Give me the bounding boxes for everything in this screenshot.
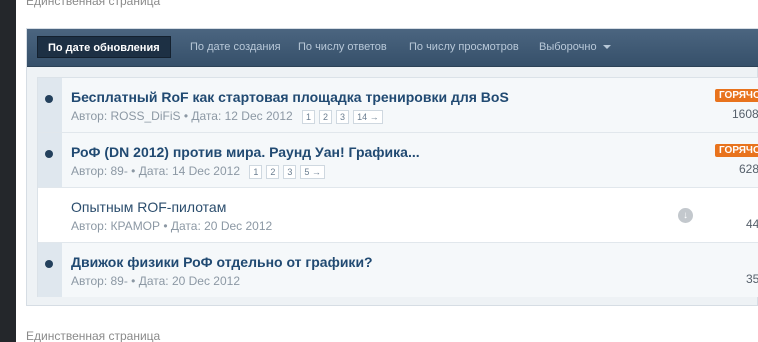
thread-meta: Автор: КРАМОР • Дата: 20 Dec 2012 — [71, 219, 272, 233]
page-content: Единственная страница По дате обновления… — [16, 0, 758, 342]
row-body: Бесплатный RoF как стартовая площадка тр… — [62, 78, 758, 132]
thread-stat: 35 — [746, 272, 758, 286]
thread-meta: Автор: 89- • Дата: 20 Dec 2012 — [71, 274, 240, 288]
tab-custom-filter-label: Выборочно — [539, 41, 597, 53]
hot-badge: ГОРЯЧО — [715, 144, 758, 157]
thread-stat: 628 — [739, 162, 758, 176]
tab-sort-by-update[interactable]: По дате обновления — [37, 36, 171, 58]
page-link[interactable]: 2 — [266, 165, 280, 180]
page-link-last[interactable]: 14 → — [353, 110, 383, 125]
mini-pager: 1235 → — [249, 164, 329, 180]
thread-stat: 44 — [746, 217, 758, 231]
row-body: РоФ (DN 2012) против мира. Раунд Уан! Гр… — [62, 133, 758, 187]
thread-row[interactable]: Движок физики РоФ отдельно от графики? А… — [38, 243, 758, 298]
thread-meta-text: Автор: ROSS_DiFiS • Дата: 12 Dec 2012 — [71, 109, 293, 123]
row-gutter — [38, 78, 62, 132]
thread-meta: Автор: 89- • Дата: 14 Dec 2012 1235 → — [71, 164, 329, 180]
tab-custom-filter[interactable]: Выборочно — [529, 36, 621, 58]
row-body: Движок физики РоФ отдельно от графики? А… — [62, 243, 758, 297]
row-gutter — [38, 133, 62, 187]
row-gutter — [38, 243, 62, 297]
row-body: Опытным ROF-пилотам Автор: КРАМОР • Дата… — [62, 188, 758, 242]
unread-dot-icon — [45, 260, 53, 268]
thread-title-link[interactable]: Опытным ROF-пилотам — [71, 199, 226, 215]
thread-row[interactable]: РоФ (DN 2012) против мира. Раунд Уан! Гр… — [38, 133, 758, 188]
thread-title-link[interactable]: Бесплатный RoF как стартовая площадка тр… — [71, 89, 509, 105]
pagination-note-top: Единственная страница — [26, 0, 161, 8]
thread-meta-text: Автор: КРАМОР • Дата: 20 Dec 2012 — [71, 219, 273, 233]
topic-list-container: По дате обновления По дате создания По ч… — [26, 28, 758, 306]
page-link[interactable]: 1 — [249, 165, 263, 180]
tab-sort-by-views[interactable]: По числу просмотров — [399, 36, 529, 58]
unread-dot-icon — [45, 95, 53, 103]
page-link[interactable]: 2 — [319, 110, 333, 125]
thread-meta-text: Автор: 89- • Дата: 14 Dec 2012 — [71, 164, 240, 178]
chevron-down-icon — [602, 45, 611, 50]
thread-title-link[interactable]: Движок физики РоФ отдельно от графики? — [71, 254, 373, 270]
thread-meta: Автор: ROSS_DiFiS • Дата: 12 Dec 2012 12… — [71, 109, 387, 125]
row-gutter — [38, 188, 62, 242]
thread-stat: 1608 — [732, 107, 758, 121]
page-link[interactable]: 1 — [302, 110, 316, 125]
sort-tabs: По дате обновления По дате создания По ч… — [27, 29, 758, 67]
page-link[interactable]: 3 — [283, 165, 297, 180]
tab-sort-by-creation[interactable]: По дате создания — [180, 36, 291, 58]
unread-dot-icon — [45, 150, 53, 158]
pagination-note-bottom: Единственная страница — [26, 329, 161, 342]
hot-badge: ГОРЯЧО — [715, 89, 758, 102]
thread-row[interactable]: Бесплатный RoF как стартовая площадка тр… — [38, 78, 758, 133]
thread-row[interactable]: Опытным ROF-пилотам Автор: КРАМОР • Дата… — [38, 188, 758, 243]
page-link-last[interactable]: 5 → — [300, 165, 325, 180]
tab-sort-by-replies[interactable]: По числу ответов — [288, 36, 397, 58]
thread-meta-text: Автор: 89- • Дата: 20 Dec 2012 — [71, 274, 240, 288]
left-sidebar-edge — [0, 0, 16, 342]
page-link[interactable]: 3 — [336, 110, 350, 125]
thread-list: Бесплатный RoF как стартовая площадка тр… — [37, 77, 758, 297]
mini-pager: 1 2 3 14 → — [302, 109, 387, 125]
thread-title-link[interactable]: РоФ (DN 2012) против мира. Раунд Уан! Гр… — [71, 144, 420, 160]
down-arrow-icon[interactable]: ↓ — [678, 208, 693, 223]
